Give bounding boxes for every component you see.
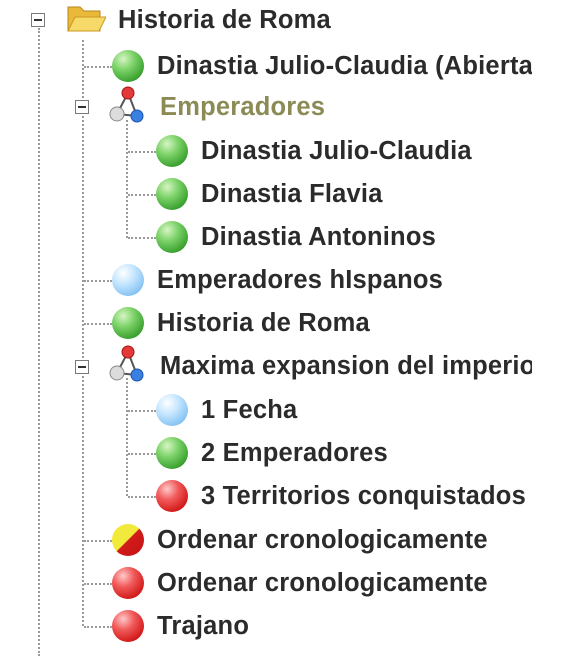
tree-connector <box>38 28 40 656</box>
tree-node[interactable]: Ordenar cronologicamente <box>112 520 488 560</box>
tree-connector <box>82 40 84 626</box>
tree-connector <box>128 453 156 455</box>
tree-node-maxima-expansion[interactable]: Maxima expansion del imperio <box>106 345 532 386</box>
tree-node[interactable]: Trajano <box>112 606 249 646</box>
tree-node-root[interactable]: Historia de Roma <box>66 0 331 40</box>
status-green-icon <box>156 178 188 210</box>
tree-node-label: Dinastia Julio-Claudia <box>201 137 472 165</box>
status-red-icon <box>112 610 144 642</box>
collapse-toggle-root[interactable] <box>31 13 45 27</box>
tree-node-label: Emperadores <box>160 93 326 121</box>
tree-connector <box>128 194 156 196</box>
tree-node[interactable]: Historia de Roma <box>112 303 370 343</box>
tree-connector <box>84 280 112 282</box>
tree-connector <box>84 540 112 542</box>
collapse-toggle-emperadores[interactable] <box>75 100 89 114</box>
status-yellow-red-icon <box>112 524 144 556</box>
status-green-icon <box>112 50 144 82</box>
tree-connector <box>126 378 128 496</box>
collapse-toggle-maxima-expansion[interactable] <box>75 360 89 374</box>
tree-node-label: 2 Emperadores <box>201 439 388 467</box>
status-blue-icon <box>156 394 188 426</box>
tree-node[interactable]: Dinastia Flavia <box>156 174 383 214</box>
tree-connector <box>128 237 156 239</box>
tree-connector <box>128 410 156 412</box>
tree-node[interactable]: Dinastia Antoninos <box>156 217 436 257</box>
status-blue-icon <box>112 264 144 296</box>
status-red-icon <box>112 567 144 599</box>
tree-node-emperadores[interactable]: Emperadores <box>106 86 326 127</box>
tree-node-label: Maxima expansion del imperio <box>160 352 532 380</box>
tree-node-label: Historia de Roma <box>118 6 331 34</box>
tree-node-label: Trajano <box>157 612 250 640</box>
status-green-icon <box>156 221 188 253</box>
tree-node[interactable]: 2 Emperadores <box>156 433 388 473</box>
tree-node-label: Ordenar cronologicamente <box>157 569 488 597</box>
tree-connector <box>84 66 112 68</box>
tree-node-label: Dinastia Julio-Claudia (Abierta) <box>157 52 532 80</box>
tree-connector <box>126 120 128 238</box>
tree-connector <box>84 626 112 628</box>
status-green-icon <box>156 135 188 167</box>
tree-connector <box>84 323 112 325</box>
tree-node-label: Ordenar cronologicamente <box>157 526 488 554</box>
tree-node-label: 3 Territorios conquistados <box>201 482 526 510</box>
status-green-icon <box>156 437 188 469</box>
tree-node[interactable]: 3 Territorios conquistados <box>156 476 526 516</box>
tree-node[interactable]: Dinastia Julio-Claudia <box>156 131 472 171</box>
status-green-icon <box>112 307 144 339</box>
tree-node-label: Historia de Roma <box>157 309 370 337</box>
tree-node-label: Dinastia Antoninos <box>201 223 436 251</box>
network-icon <box>106 343 148 390</box>
network-icon <box>106 84 148 131</box>
tree-connector <box>128 151 156 153</box>
tree-node-label: Dinastia Flavia <box>201 180 383 208</box>
tree-node[interactable]: Dinastia Julio-Claudia (Abierta) <box>112 46 532 86</box>
status-red-icon <box>156 480 188 512</box>
open-folder-icon <box>66 1 107 40</box>
tree-connector <box>128 496 156 498</box>
tree-node-label: 1 Fecha <box>201 396 298 424</box>
tree-connector <box>84 583 112 585</box>
tree-node-label: Emperadores hIspanos <box>157 266 444 294</box>
tree-node[interactable]: Ordenar cronologicamente <box>112 563 488 603</box>
tree-view: Historia de Roma Dinastia Julio-Claudia … <box>0 0 532 656</box>
tree-node[interactable]: Emperadores hIspanos <box>112 260 443 300</box>
tree-node[interactable]: 1 Fecha <box>156 390 297 430</box>
